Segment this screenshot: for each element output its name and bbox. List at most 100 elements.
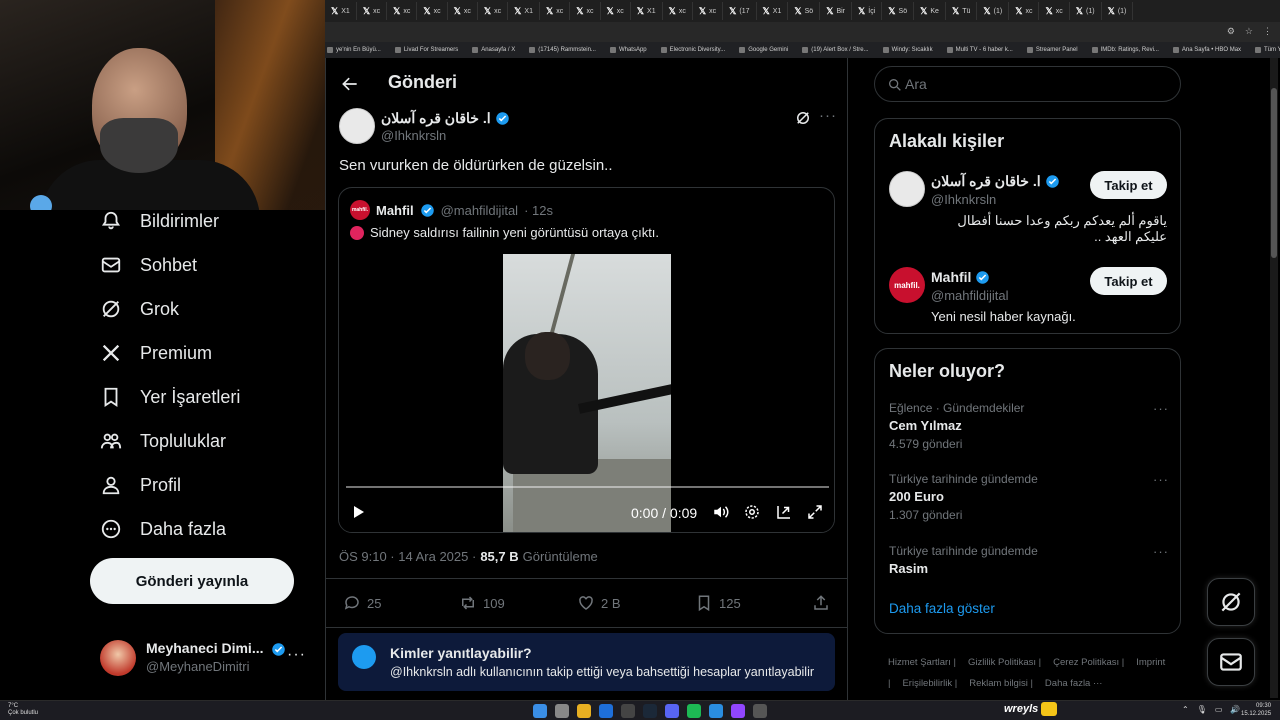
back-arrow-icon[interactable] <box>340 74 360 94</box>
browser-tab[interactable]: 𝕏xc <box>601 2 631 20</box>
browser-tab[interactable]: 𝕏 X1 <box>508 2 540 20</box>
bookmark-item[interactable]: Streamer Panel <box>1026 47 1078 53</box>
play-icon[interactable] <box>350 504 366 520</box>
nav-item-profile[interactable]: Profil <box>100 474 181 496</box>
steam-icon[interactable] <box>643 704 657 718</box>
bookmark-item[interactable]: Windy: Sıcaklık <box>882 47 933 53</box>
browser-tab[interactable]: 𝕏 Sö <box>882 2 915 20</box>
fullscreen-icon[interactable] <box>806 503 824 521</box>
browser-tab[interactable]: 𝕏 Sö <box>788 2 821 20</box>
bookmark-item[interactable]: IMDb: Ratings, Revi... <box>1091 47 1159 53</box>
trend-item[interactable]: Eğlence · Gündemdekiler Cem Yılmaz 4.579… <box>889 401 1169 451</box>
bookmark-item[interactable]: (17145) Rammstein... <box>529 47 596 53</box>
nav-item-chat[interactable]: Sohbet <box>100 254 197 276</box>
volume-icon[interactable] <box>712 503 730 521</box>
grok-icon[interactable] <box>794 109 812 127</box>
browser-tab[interactable]: 𝕏 Ke <box>914 2 946 20</box>
browser-tab[interactable]: 𝕏 Tü <box>946 2 978 20</box>
quoted-post[interactable]: mahfil. Mahfil @mahfildijital · 12s Sidn… <box>338 187 835 533</box>
browser-tab[interactable]: 𝕏xc <box>1039 2 1070 20</box>
browser-tab[interactable]: 𝕏 (1) <box>1070 2 1102 20</box>
related-person[interactable]: ا. خاقان قره آسلان @Ihknkrsln ياقوم ألم … <box>889 171 1169 251</box>
footer-link[interactable]: Hizmet Şartları | <box>888 657 956 668</box>
browser-tab[interactable]: 𝕏xc <box>387 2 418 20</box>
browser-tab[interactable]: 𝕏xc <box>570 2 601 20</box>
browser-tab[interactable]: 𝕏 (1) <box>1102 2 1134 20</box>
footer-link[interactable]: Daha fazla ··· <box>1045 678 1103 689</box>
footer-link[interactable]: Gizlilik Politikası | <box>968 657 1041 668</box>
picture-in-picture-icon[interactable] <box>775 503 793 521</box>
bookmark-item[interactable]: Anasayfa / X <box>472 47 515 53</box>
video-progress-bar[interactable] <box>346 486 829 488</box>
author-name[interactable]: ا. خاقان قره آسلان <box>381 110 510 127</box>
browser-tab[interactable]: 𝕏xc <box>417 2 448 20</box>
bookmark-item[interactable]: WhatsApp <box>609 47 647 53</box>
settings-gear-icon[interactable] <box>743 503 761 521</box>
weather-widget[interactable]: 7°C Çok bulutlu <box>8 703 38 717</box>
chrome-icon[interactable] <box>577 704 591 718</box>
bookmark-item[interactable]: (19) Alert Box / Stre... <box>802 47 869 53</box>
page-scrollbar[interactable] <box>1270 58 1278 698</box>
follow-button[interactable]: Takip et <box>1090 171 1167 199</box>
post-more-icon[interactable]: ··· <box>819 107 837 124</box>
video-player[interactable]: 0:00 / 0:09 <box>339 250 834 532</box>
account-more-icon[interactable]: ··· <box>287 646 306 664</box>
footer-link[interactable]: Erişilebilirlik | <box>902 678 957 689</box>
speaker-icon[interactable]: 🔊 <box>1230 705 1240 714</box>
browser-tab[interactable]: 𝕏xc <box>663 2 693 20</box>
browser-tab[interactable]: 𝕏xc <box>1009 2 1040 20</box>
bookmark-button[interactable]: 125 <box>695 594 741 612</box>
bookmark-item[interactable]: Multi TV - 6 haber k... <box>946 47 1013 53</box>
obs-icon[interactable] <box>753 704 767 718</box>
browser-tab[interactable]: 𝕏xc <box>478 2 509 20</box>
browser-tab[interactable]: 𝕏 X1 <box>325 2 357 20</box>
nav-item-notifications[interactable]: Bildirimler <box>100 210 219 232</box>
microphone-icon[interactable]: 🎙 <box>1197 705 1207 714</box>
trend-more-icon[interactable]: ··· <box>1153 544 1169 559</box>
nav-item-grok[interactable]: Grok <box>100 298 179 320</box>
file-explorer-icon[interactable] <box>621 704 635 718</box>
bookmark-star-icon[interactable]: ☆ <box>1245 26 1253 37</box>
trend-more-icon[interactable]: ··· <box>1153 472 1169 487</box>
account-switcher[interactable]: Meyhaneci Dimi... @MeyhaneDimitri ··· <box>100 638 310 678</box>
browser-tab[interactable]: 𝕏 İçi <box>852 2 883 20</box>
edge-icon[interactable] <box>599 704 613 718</box>
browser-tab[interactable]: 𝕏 X1 <box>757 2 789 20</box>
bookmark-item[interactable]: Livad For Streamers <box>394 47 458 53</box>
browser-tab[interactable]: 𝕏xc <box>448 2 478 20</box>
avatar[interactable] <box>339 108 375 144</box>
share-button[interactable] <box>812 594 830 612</box>
nav-item-premium[interactable]: Premium <box>100 342 212 364</box>
show-more-link[interactable]: Daha fazla göster <box>889 601 995 616</box>
browser-tab[interactable]: 𝕏 (17 <box>723 2 757 20</box>
nav-item-more[interactable]: Daha fazla <box>100 518 226 540</box>
author-handle[interactable]: @Ihknkrsln <box>381 128 446 143</box>
network-icon[interactable]: ▭ <box>1215 705 1223 714</box>
menu-icon[interactable]: ⋮ <box>1263 26 1272 37</box>
browser-tab[interactable]: 𝕏xc <box>357 2 388 20</box>
tray-chevron-icon[interactable]: ⌃ <box>1182 705 1189 714</box>
app-icon[interactable] <box>709 704 723 718</box>
search-icon[interactable] <box>555 704 569 718</box>
trend-more-icon[interactable]: ··· <box>1153 401 1169 416</box>
nav-item-bookmarks[interactable]: Yer İşaretleri <box>100 386 240 408</box>
spotify-icon[interactable] <box>687 704 701 718</box>
nav-item-communities[interactable]: Topluluklar <box>100 430 226 452</box>
footer-link[interactable]: Reklam bilgisi | <box>969 678 1033 689</box>
browser-tab[interactable]: 𝕏 (1) <box>977 2 1010 20</box>
discord-icon[interactable] <box>665 704 679 718</box>
footer-link[interactable]: Çerez Politikası | <box>1053 657 1124 668</box>
follow-button[interactable]: Takip et <box>1090 267 1167 295</box>
search-input[interactable]: Ara <box>874 66 1181 102</box>
bookmark-item[interactable]: Tüm Yer İşaretleri <box>1255 47 1280 53</box>
system-clock[interactable]: 09:30 15.12.2025 <box>1241 702 1271 718</box>
post-timestamp[interactable]: ÖS 9:10 · 14 Ara 2025 · <box>339 549 476 564</box>
messages-float-button[interactable] <box>1207 638 1255 686</box>
grok-float-button[interactable] <box>1207 578 1255 626</box>
browser-tab[interactable]: 𝕏 X1 <box>631 2 663 20</box>
like-button[interactable]: 2 B <box>577 594 621 612</box>
bookmark-item[interactable]: Google Gemini <box>739 47 788 53</box>
repost-button[interactable]: 109 <box>459 594 505 612</box>
browser-tab[interactable]: 𝕏 Bir <box>820 2 853 20</box>
trend-item[interactable]: Türkiye tarihinde gündemde Rasim ··· <box>889 544 1169 576</box>
